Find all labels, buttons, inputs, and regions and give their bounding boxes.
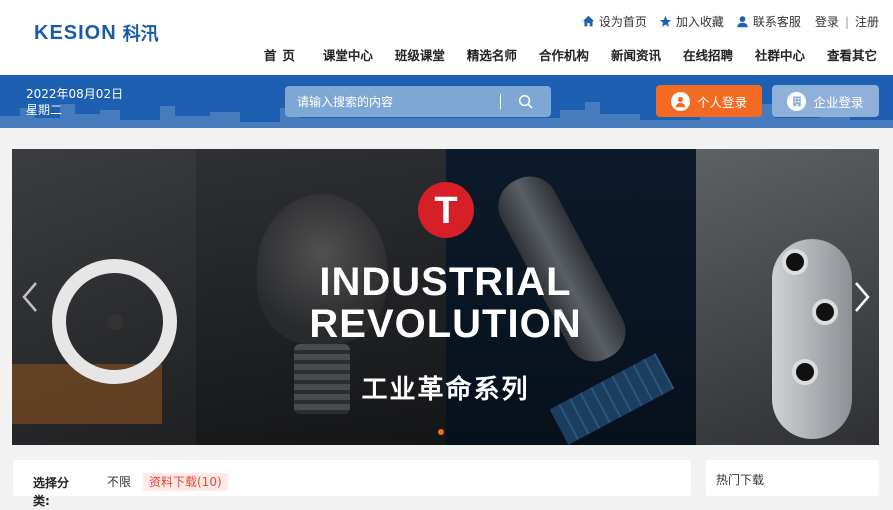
register-link[interactable]: 注册: [855, 13, 879, 30]
nav-item-course-center[interactable]: 课堂中心: [323, 45, 373, 64]
carousel-prev-button[interactable]: [18, 279, 42, 315]
company-login-button[interactable]: 企业登录: [772, 85, 879, 117]
logo-text-en: KESION: [34, 21, 117, 44]
weekday-text: 星期二: [26, 103, 63, 117]
carousel-next-button[interactable]: [850, 279, 874, 315]
search-button[interactable]: [501, 86, 549, 117]
nav-item-jobs[interactable]: 在线招聘: [683, 45, 733, 64]
contact-service-label: 联系客服: [752, 15, 801, 29]
nav-item-news[interactable]: 新闻资讯: [611, 45, 661, 64]
logo-text-cn: 科汛: [122, 24, 159, 45]
add-favorite-label: 加入收藏: [675, 15, 724, 29]
personal-login-label: 个人登录: [696, 94, 747, 110]
t-logo-letter: T: [434, 190, 458, 232]
category-filter: 选择分类: 不限 资料下载(10): [13, 460, 691, 508]
search-input[interactable]: [285, 94, 500, 109]
building-icon: [787, 91, 807, 111]
user-service-icon: [737, 16, 748, 28]
main-nav: 首页 课堂中心 班级课堂 精选名师 合作机构 新闻资讯 在线招聘 社群中心 查看…: [264, 45, 877, 64]
nav-item-partners[interactable]: 合作机构: [539, 45, 589, 64]
site-logo[interactable]: KESION 科汛: [34, 20, 159, 46]
top-header: KESION 科汛 设为首页 加入收藏 联系客服 登录 | 注册 首页 课堂中心…: [0, 0, 893, 75]
person-icon: [670, 91, 690, 111]
hero-carousel[interactable]: T INDUSTRIAL REVOLUTION 工业革命系列: [12, 149, 879, 445]
filter-option-any[interactable]: 不限: [107, 473, 131, 491]
auth-links: 登录 | 注册: [815, 13, 879, 30]
hot-downloads-title: 热门下载: [716, 473, 765, 487]
set-homepage-link[interactable]: 设为首页: [582, 13, 647, 30]
top-links: 设为首页 加入收藏 联系客服 登录 | 注册: [570, 13, 879, 30]
personal-login-button[interactable]: 个人登录: [656, 85, 762, 117]
banner-headline-line2: REVOLUTION: [309, 302, 582, 346]
filter-label: 选择分类:: [33, 476, 70, 508]
nav-item-teachers[interactable]: 精选名师: [467, 45, 517, 64]
nav-item-more[interactable]: 查看其它: [827, 45, 877, 64]
search-bar-strip: 2022年08月02日 星期二 个人登录 企业登录: [0, 75, 893, 128]
chevron-right-icon: [855, 282, 870, 312]
date-text: 2022年08月02日: [26, 87, 124, 101]
star-icon: [659, 15, 672, 27]
t-brand-logo: T: [418, 182, 474, 238]
hot-downloads-panel: 热门下载: [706, 460, 879, 496]
contact-service-link[interactable]: 联系客服: [736, 13, 801, 30]
search-box: [285, 86, 551, 117]
nav-item-home[interactable]: 首页: [264, 45, 301, 64]
add-favorite-link[interactable]: 加入收藏: [659, 13, 724, 30]
auth-separator: |: [844, 14, 849, 29]
home-icon: [582, 15, 595, 27]
nav-item-community[interactable]: 社群中心: [755, 45, 805, 64]
date-display: 2022年08月02日 星期二: [26, 86, 123, 118]
banner-headline-line1: INDUSTRIAL: [319, 260, 572, 304]
company-login-label: 企业登录: [813, 94, 864, 110]
banner-subtitle: 工业革命系列: [361, 375, 530, 405]
set-homepage-label: 设为首页: [598, 15, 647, 29]
chevron-left-icon: [22, 282, 37, 312]
filter-option-downloads[interactable]: 资料下载(10): [143, 473, 228, 491]
login-link[interactable]: 登录: [815, 13, 839, 30]
carousel-indicator-dot[interactable]: [438, 429, 444, 435]
nav-item-class-course[interactable]: 班级课堂: [395, 45, 445, 64]
search-icon: [518, 94, 532, 109]
